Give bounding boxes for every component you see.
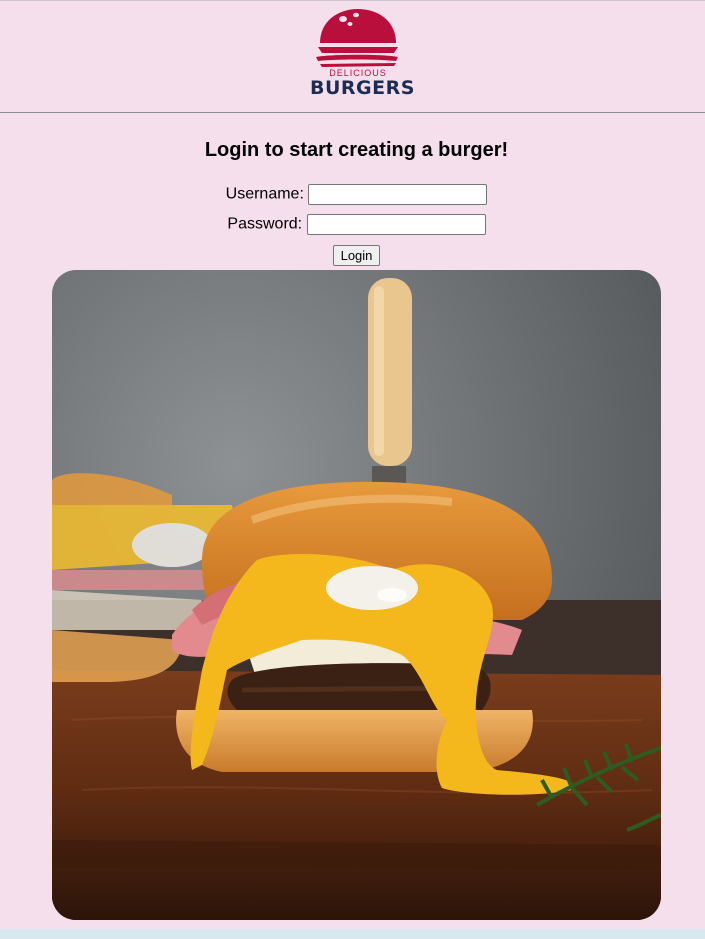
password-input[interactable] bbox=[306, 214, 486, 235]
username-label: Username: bbox=[225, 185, 304, 203]
brand-logo[interactable]: DELICIOUS BURGERS bbox=[310, 7, 415, 99]
password-row: Password: bbox=[0, 214, 705, 235]
hero-image bbox=[52, 270, 661, 920]
burger-photo bbox=[52, 270, 661, 920]
username-row: Username: bbox=[0, 184, 705, 205]
site-header: DELICIOUS BURGERS bbox=[0, 1, 705, 113]
login-button[interactable]: Login bbox=[332, 245, 381, 266]
submit-row: Login bbox=[0, 245, 705, 266]
password-label: Password: bbox=[227, 215, 303, 233]
username-input[interactable] bbox=[308, 184, 488, 205]
footer-strip bbox=[0, 929, 705, 939]
page-title: Login to start creating a burger! bbox=[204, 139, 509, 161]
logo-wordmark: BURGERS bbox=[310, 77, 415, 99]
